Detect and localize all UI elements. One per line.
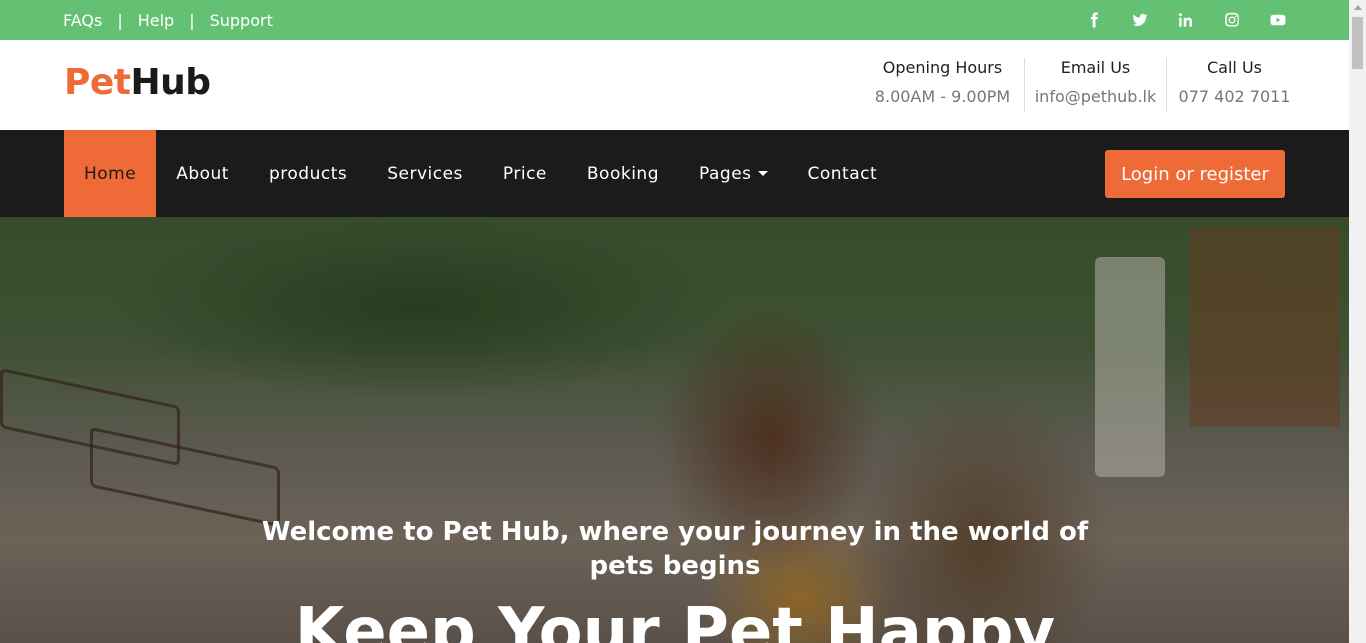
separator: |	[117, 10, 123, 30]
hero-headline: Keep Your Pet Happy	[294, 595, 1056, 643]
support-link[interactable]: Support	[210, 11, 273, 30]
hero-welcome-text: Welcome to Pet Hub, where your journey i…	[261, 517, 1089, 581]
separator: |	[189, 10, 195, 30]
scroll-thumb[interactable]	[1352, 17, 1363, 69]
logo-hub: Hub	[130, 62, 212, 103]
nav-item-services[interactable]: Services	[367, 130, 483, 217]
logo[interactable]: PetHub	[64, 62, 211, 103]
nav-item-contact[interactable]: Contact	[788, 130, 898, 217]
help-link[interactable]: Help	[138, 11, 174, 30]
opening-hours: Opening Hours 8.00AM - 9.00PM	[870, 58, 1015, 112]
facebook-icon[interactable]	[1085, 11, 1103, 29]
youtube-icon[interactable]	[1269, 11, 1287, 29]
nav-item-price[interactable]: Price	[483, 130, 567, 217]
email-title: Email Us	[1060, 58, 1131, 77]
social-links	[1085, 0, 1287, 40]
main-nav: Home About products Services Price Booki…	[0, 130, 1349, 217]
linkedin-icon[interactable]	[1177, 11, 1195, 29]
top-bar: FAQs | Help | Support	[0, 0, 1349, 40]
nav-item-products[interactable]: products	[249, 130, 367, 217]
instagram-icon[interactable]	[1223, 11, 1241, 29]
hero-banner: Welcome to Pet Hub, where your journey i…	[0, 217, 1349, 643]
nav-item-pages[interactable]: Pages	[679, 130, 788, 217]
nav-item-pages-label: Pages	[699, 163, 752, 184]
logo-pet: Pet	[64, 62, 131, 103]
scroll-up-icon[interactable]	[1354, 5, 1362, 10]
nav-item-booking[interactable]: Booking	[567, 130, 679, 217]
call-us: Call Us 077 402 7011	[1166, 58, 1302, 112]
nav-item-about[interactable]: About	[156, 130, 249, 217]
login-register-button[interactable]: Login or register	[1105, 150, 1285, 198]
faqs-link[interactable]: FAQs	[63, 11, 102, 30]
call-value[interactable]: 077 402 7011	[1167, 87, 1302, 106]
chevron-down-icon	[757, 171, 768, 176]
twitter-icon[interactable]	[1131, 11, 1149, 29]
nav-item-home[interactable]: Home	[64, 130, 157, 217]
page-scrollbar[interactable]	[1349, 0, 1366, 643]
opening-hours-value: 8.00AM - 9.00PM	[874, 87, 1011, 106]
top-links: FAQs | Help | Support	[63, 0, 273, 40]
opening-hours-title: Opening Hours	[882, 58, 1003, 77]
email-value[interactable]: info@pethub.lk	[1025, 87, 1166, 106]
nav-items: Home About products Services Price Booki…	[64, 130, 897, 217]
call-title: Call Us	[1207, 58, 1262, 77]
email-us: Email Us info@pethub.lk	[1024, 58, 1166, 112]
site-header: PetHub Opening Hours 8.00AM - 9.00PM Ema…	[0, 40, 1349, 130]
